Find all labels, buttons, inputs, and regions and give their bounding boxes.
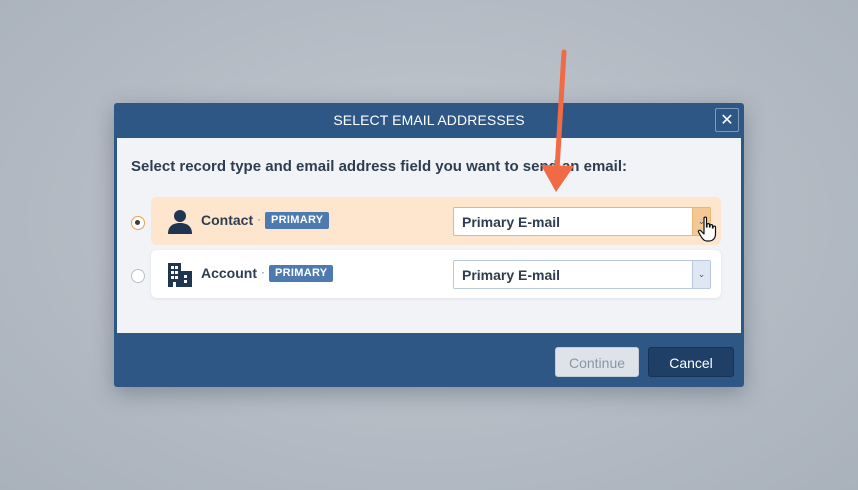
label-separator: · xyxy=(261,265,265,279)
instruction-text: Select record type and email address fie… xyxy=(131,158,627,175)
label-separator: · xyxy=(257,212,261,226)
select-value: Primary E-mail xyxy=(462,267,561,283)
account-label: Account xyxy=(201,265,257,281)
dialog-title: SELECT EMAIL ADDRESSES xyxy=(333,112,525,128)
dialog-header: SELECT EMAIL ADDRESSES ✕ xyxy=(114,103,744,137)
record-type-row-account[interactable]: Account · PRIMARY Primary E-mail ⌄ xyxy=(151,250,721,298)
person-icon xyxy=(168,210,192,234)
dropdown-button[interactable]: ⌄ xyxy=(692,261,710,288)
select-email-dialog: SELECT EMAIL ADDRESSES ✕ Select record t… xyxy=(114,103,744,387)
contact-email-field-select[interactable]: Primary E-mail ⌄ xyxy=(453,207,711,236)
primary-badge: PRIMARY xyxy=(269,265,334,282)
contact-radio[interactable] xyxy=(131,216,145,230)
radio-selected-dot xyxy=(135,220,140,225)
primary-badge: PRIMARY xyxy=(265,212,330,229)
continue-button[interactable]: Continue xyxy=(555,347,639,377)
account-radio[interactable] xyxy=(131,269,145,283)
building-icon xyxy=(168,263,192,287)
dialog-body: Select record type and email address fie… xyxy=(117,138,741,333)
select-value: Primary E-mail xyxy=(462,214,561,230)
close-button[interactable]: ✕ xyxy=(715,108,739,132)
record-type-row-contact[interactable]: Contact · PRIMARY Primary E-mail ⌄ xyxy=(151,197,721,245)
contact-label: Contact xyxy=(201,212,254,228)
dialog-footer: Continue Cancel xyxy=(114,333,744,387)
cancel-button[interactable]: Cancel xyxy=(648,347,734,377)
hand-cursor-icon xyxy=(697,216,717,242)
close-icon: ✕ xyxy=(720,112,734,129)
account-email-field-select[interactable]: Primary E-mail ⌄ xyxy=(453,260,711,289)
chevron-down-icon: ⌄ xyxy=(697,269,706,279)
